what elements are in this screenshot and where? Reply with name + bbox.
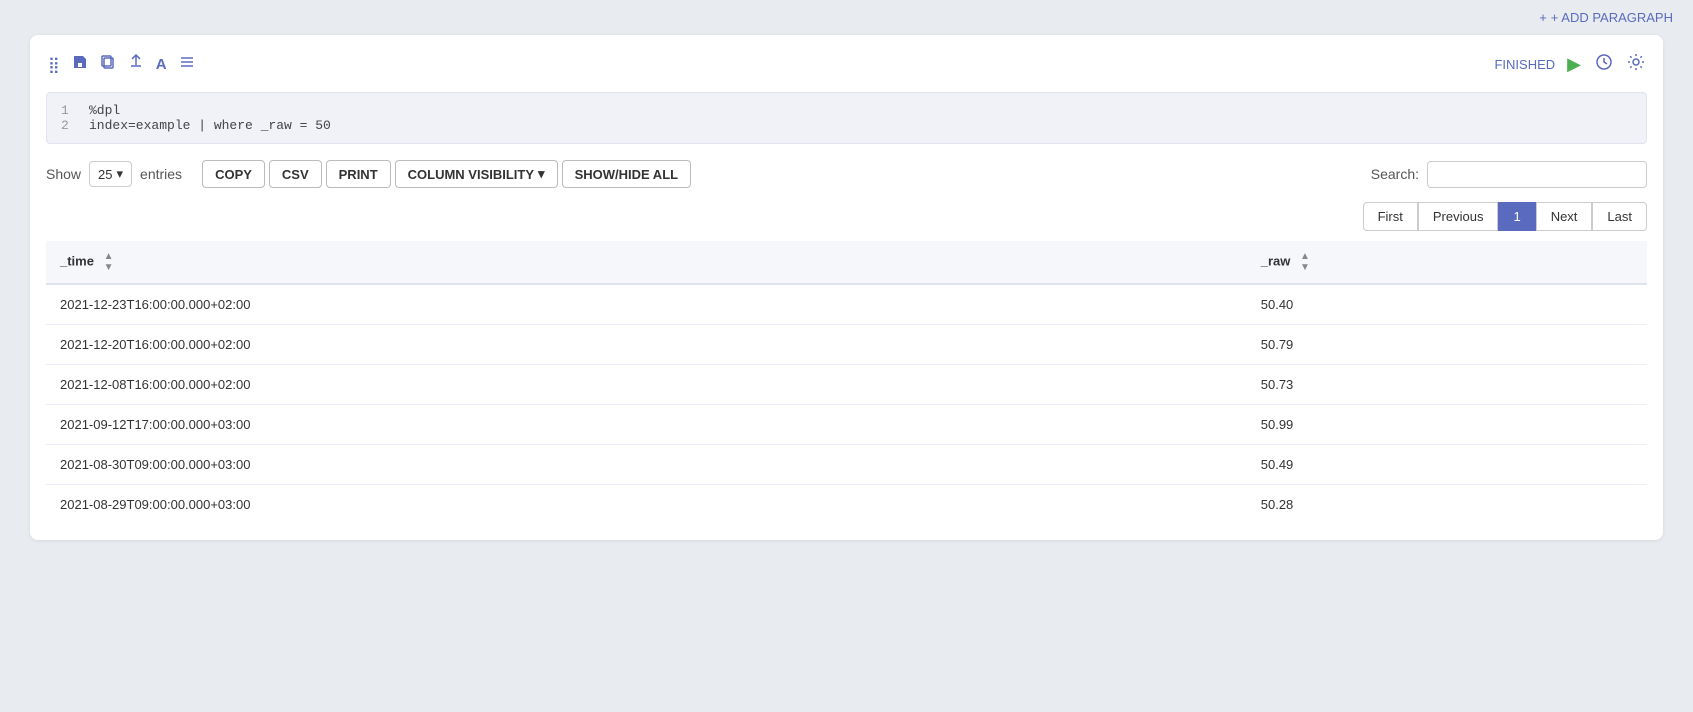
search-label: Search:: [1371, 166, 1419, 182]
line-content-1: %dpl: [89, 103, 120, 118]
code-editor[interactable]: 1 %dpl 2 index=example | where _raw = 50: [46, 92, 1647, 144]
cell-raw: 50.49: [1247, 445, 1647, 485]
code-line-1: 1 %dpl: [61, 103, 1632, 118]
line-number-1: 1: [61, 103, 77, 118]
table-body: 2021-12-23T16:00:00.000+02:0050.402021-1…: [46, 284, 1647, 524]
table-row: 2021-12-23T16:00:00.000+02:0050.40: [46, 284, 1647, 325]
settings-button[interactable]: [1625, 51, 1647, 78]
text-format-icon[interactable]: A: [154, 54, 169, 75]
entries-label: entries: [140, 166, 182, 182]
action-buttons: COPY CSV PRINT COLUMN VISIBILITY ▾ SHOW/…: [202, 160, 691, 188]
add-paragraph-button[interactable]: + + ADD PARAGRAPH: [1539, 10, 1673, 25]
main-card: ⣿ A FINISHED ▶: [30, 35, 1663, 540]
column-header-time[interactable]: _time ▲▼: [46, 241, 1247, 284]
data-table: _time ▲▼ _raw ▲▼ 2021-12-23T16:00:00.000…: [46, 241, 1647, 524]
cell-raw: 50.79: [1247, 325, 1647, 365]
move-icon[interactable]: ⣿: [46, 53, 62, 77]
first-page-button[interactable]: First: [1363, 202, 1418, 231]
table-row: 2021-12-20T16:00:00.000+02:0050.79: [46, 325, 1647, 365]
cell-time: 2021-12-20T16:00:00.000+02:00: [46, 325, 1247, 365]
cell-time: 2021-09-12T17:00:00.000+03:00: [46, 405, 1247, 445]
entries-select[interactable]: 25 ▾: [89, 161, 132, 187]
pagination: First Previous 1 Next Last: [46, 202, 1647, 231]
plus-icon: +: [1539, 10, 1547, 25]
cell-time: 2021-08-29T09:00:00.000+03:00: [46, 485, 1247, 525]
last-page-button[interactable]: Last: [1592, 202, 1647, 231]
previous-page-button[interactable]: Previous: [1418, 202, 1499, 231]
finished-label: FINISHED: [1494, 57, 1555, 72]
save-icon[interactable]: [70, 52, 90, 77]
entries-value: 25: [98, 167, 112, 182]
clock-button[interactable]: [1593, 51, 1615, 78]
table-row: 2021-08-29T09:00:00.000+03:0050.28: [46, 485, 1647, 525]
toolbar: ⣿ A FINISHED ▶: [46, 51, 1647, 78]
cell-time: 2021-12-23T16:00:00.000+02:00: [46, 284, 1247, 325]
toolbar-left: ⣿ A: [46, 52, 197, 77]
dropdown-arrow-icon: ▾: [538, 166, 545, 182]
column-visibility-button[interactable]: COLUMN VISIBILITY ▾: [395, 160, 558, 188]
sort-icon-raw: ▲▼: [1300, 251, 1310, 273]
table-row: 2021-12-08T16:00:00.000+02:0050.73: [46, 365, 1647, 405]
copy-button[interactable]: COPY: [202, 160, 265, 188]
upload-icon[interactable]: [126, 52, 146, 77]
column-header-raw[interactable]: _raw ▲▼: [1247, 241, 1647, 284]
cell-time: 2021-08-30T09:00:00.000+03:00: [46, 445, 1247, 485]
line-number-2: 2: [61, 118, 77, 133]
csv-button[interactable]: CSV: [269, 160, 322, 188]
top-bar: + + ADD PARAGRAPH: [0, 0, 1693, 35]
controls-left: Show 25 ▾ entries COPY CSV PRINT COLUMN …: [46, 160, 691, 188]
controls-right: Search:: [1371, 161, 1647, 188]
sort-icon-time: ▲▼: [104, 251, 114, 273]
list-icon[interactable]: [177, 52, 197, 77]
chevron-down-icon: ▾: [117, 166, 124, 182]
print-button[interactable]: PRINT: [326, 160, 391, 188]
table-row: 2021-08-30T09:00:00.000+03:0050.49: [46, 445, 1647, 485]
controls-row: Show 25 ▾ entries COPY CSV PRINT COLUMN …: [46, 160, 1647, 188]
table-header: _time ▲▼ _raw ▲▼: [46, 241, 1647, 284]
cell-time: 2021-12-08T16:00:00.000+02:00: [46, 365, 1247, 405]
cell-raw: 50.40: [1247, 284, 1647, 325]
show-hide-all-button[interactable]: SHOW/HIDE ALL: [562, 160, 692, 188]
code-line-2: 2 index=example | where _raw = 50: [61, 118, 1632, 133]
copy-icon[interactable]: [98, 52, 118, 77]
cell-raw: 50.73: [1247, 365, 1647, 405]
table-row: 2021-09-12T17:00:00.000+03:0050.99: [46, 405, 1647, 445]
cell-raw: 50.99: [1247, 405, 1647, 445]
show-label: Show: [46, 166, 81, 182]
run-button[interactable]: ▶: [1565, 52, 1583, 77]
cell-raw: 50.28: [1247, 485, 1647, 525]
line-content-2: index=example | where _raw = 50: [89, 118, 331, 133]
page-1-button[interactable]: 1: [1498, 202, 1535, 231]
toolbar-right: FINISHED ▶: [1494, 51, 1647, 78]
next-page-button[interactable]: Next: [1536, 202, 1593, 231]
search-input[interactable]: [1427, 161, 1647, 188]
